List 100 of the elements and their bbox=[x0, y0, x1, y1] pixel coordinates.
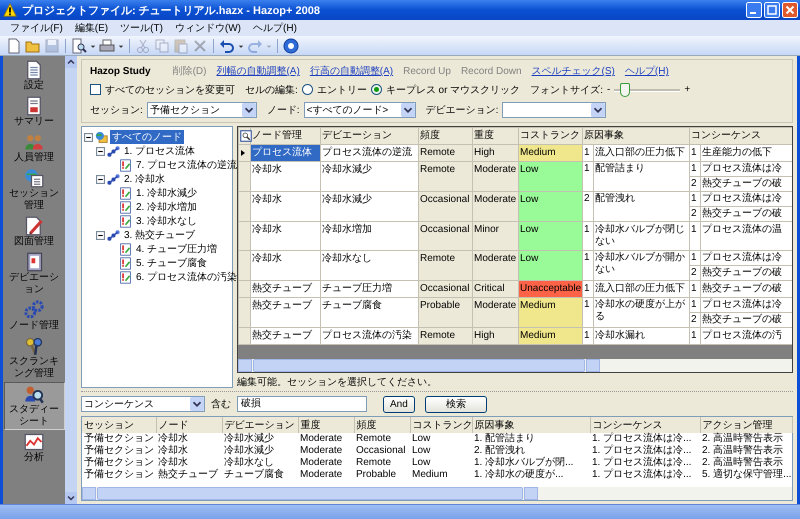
sidebar-item[interactable]: スクランキング管理 bbox=[4, 334, 64, 382]
horizontal-scrollbar[interactable] bbox=[82, 487, 792, 500]
table-cell[interactable]: 冷却水 bbox=[250, 192, 320, 222]
table-cell[interactable]: プロセス流体は冷 bbox=[700, 250, 792, 266]
search-input[interactable]: 破損 bbox=[237, 396, 367, 412]
table-cell[interactable]: 1 bbox=[582, 144, 594, 162]
table-cell[interactable]: Unacceptable bbox=[518, 280, 582, 298]
table-cell[interactable]: 冷却水 bbox=[250, 222, 320, 250]
horizontal-scrollbar[interactable] bbox=[238, 359, 792, 372]
table-cell[interactable]: 生産能力の低下 bbox=[700, 144, 792, 162]
table-cell[interactable]: 2 bbox=[690, 266, 700, 280]
maximize-button[interactable] bbox=[764, 2, 780, 18]
sidebar-item[interactable]: 人員管理 bbox=[4, 130, 64, 166]
table-cell[interactable]: プロセス流体は冷 bbox=[700, 298, 792, 312]
collapse-icon[interactable] bbox=[84, 132, 93, 142]
menu-item[interactable]: ツール(T) bbox=[114, 21, 169, 35]
radio-button[interactable]: キープレス or マウスクリック bbox=[370, 82, 520, 97]
column-header[interactable]: 重度 bbox=[472, 128, 518, 144]
radio-button[interactable]: エントリー bbox=[302, 82, 367, 97]
table-cell[interactable]: 1 bbox=[582, 250, 594, 280]
table-cell[interactable]: Remote bbox=[418, 144, 472, 162]
dropdown[interactable]: <すべてのノード> bbox=[304, 102, 416, 118]
sidebar-item[interactable]: セッション管理 bbox=[4, 166, 64, 214]
minimize-button[interactable] bbox=[746, 2, 762, 18]
sidebar-item[interactable]: サマリー bbox=[4, 94, 64, 130]
vertical-scrollbar[interactable] bbox=[65, 56, 77, 504]
table-cell[interactable]: 冷却水バルブが開かない bbox=[594, 250, 690, 280]
search-button[interactable]: 検索 bbox=[424, 396, 487, 412]
dropdown[interactable]: 予備セクション bbox=[146, 102, 257, 118]
table-cell[interactable]: 流入口部の圧力低下 bbox=[594, 144, 690, 162]
table-cell[interactable]: Low bbox=[518, 192, 582, 222]
menu-item[interactable]: ウィンドウ(W) bbox=[168, 21, 248, 35]
slider-thumb[interactable] bbox=[620, 82, 630, 97]
sidebar-item[interactable]: スタディーシート bbox=[4, 382, 64, 430]
tree-item[interactable]: 2. 冷却水増加 bbox=[134, 200, 200, 214]
column-header[interactable]: ノード管理 bbox=[250, 128, 320, 144]
table-cell[interactable]: 2 bbox=[690, 312, 700, 328]
table-cell[interactable]: 1 bbox=[690, 144, 700, 162]
table-cell[interactable]: Occasional bbox=[418, 192, 472, 222]
table-cell[interactable]: Occasional bbox=[418, 280, 472, 298]
table-cell[interactable]: 冷却水 bbox=[250, 250, 320, 280]
table-cell[interactable]: 1 bbox=[582, 328, 594, 344]
table-cell[interactable]: Remote bbox=[418, 250, 472, 280]
column-header[interactable]: 頻度 bbox=[354, 417, 410, 433]
column-header[interactable]: 原因事象 bbox=[472, 417, 590, 433]
table-cell[interactable]: Critical bbox=[472, 280, 518, 298]
table-cell[interactable]: 1 bbox=[690, 192, 700, 206]
table-cell[interactable]: プロセス流体は冷 bbox=[700, 192, 792, 206]
table-cell[interactable]: Medium bbox=[518, 298, 582, 328]
tree-item[interactable]: 3. 熱交チューブ bbox=[122, 228, 198, 242]
column-header[interactable]: 原因事象 bbox=[582, 128, 690, 144]
action-link[interactable]: ヘルプ(H) bbox=[624, 64, 669, 78]
table-cell[interactable]: 配管洩れ bbox=[594, 192, 690, 222]
column-header[interactable]: コストランク bbox=[518, 128, 582, 144]
collapse-icon[interactable] bbox=[96, 146, 105, 156]
table-cell[interactable]: 冷却水の硬度が上がる bbox=[594, 298, 690, 328]
column-header[interactable]: ノード bbox=[156, 417, 222, 433]
table-cell[interactable]: プロセス流体は冷 bbox=[700, 162, 792, 176]
table-cell[interactable]: 1 bbox=[690, 298, 700, 312]
table-cell[interactable]: 熱交チューブの破 bbox=[700, 176, 792, 192]
table-cell[interactable]: プロセス流体の逆流 bbox=[320, 144, 418, 162]
tree-item[interactable]: 7. プロセス流体の逆流 bbox=[134, 158, 240, 172]
table-cell[interactable]: 流入口部の圧力低下 bbox=[594, 280, 690, 298]
table-cell[interactable]: High bbox=[472, 144, 518, 162]
table-cell[interactable]: Probable bbox=[418, 298, 472, 328]
table-cell[interactable]: 1 bbox=[690, 328, 700, 344]
scroll-down-icon[interactable] bbox=[65, 492, 77, 504]
table-cell[interactable]: 熱交チューブ bbox=[250, 298, 320, 328]
table-cell[interactable]: 冷却水漏れ bbox=[594, 328, 690, 344]
table-cell[interactable]: Low bbox=[518, 222, 582, 250]
font-size-slider[interactable] bbox=[614, 82, 680, 97]
table-cell[interactable]: プロセス流体の汚染 bbox=[320, 328, 418, 344]
column-header[interactable]: セッション bbox=[82, 417, 156, 433]
tree-item[interactable]: 4. チューブ圧力増 bbox=[134, 242, 220, 256]
search-field-dropdown[interactable]: コンシーケンス bbox=[81, 396, 205, 412]
table-cell[interactable]: 2 bbox=[582, 192, 594, 222]
table-cell[interactable]: Low bbox=[518, 250, 582, 280]
table-cell[interactable]: 1 bbox=[582, 162, 594, 192]
table-cell[interactable]: Moderate bbox=[472, 162, 518, 192]
printer-icon[interactable] bbox=[99, 38, 115, 54]
tree-item[interactable]: 2. 冷却水 bbox=[122, 172, 168, 186]
table-cell[interactable]: 1 bbox=[690, 222, 700, 250]
column-header[interactable]: 頻度 bbox=[418, 128, 472, 144]
table-cell[interactable]: Moderate bbox=[472, 298, 518, 328]
table-cell[interactable]: チューブ圧力増 bbox=[320, 280, 418, 298]
table-cell[interactable]: Medium bbox=[518, 144, 582, 162]
column-header[interactable]: コンシーケンス bbox=[590, 417, 700, 433]
table-cell[interactable]: 1 bbox=[690, 162, 700, 176]
table-cell[interactable]: Moderate bbox=[472, 192, 518, 222]
menu-item[interactable]: ファイル(F) bbox=[4, 21, 69, 35]
table-cell[interactable]: プロセス流体の温 bbox=[700, 222, 792, 250]
table-cell[interactable]: Medium bbox=[518, 328, 582, 344]
tree-item[interactable]: 1. 冷却水減少 bbox=[134, 186, 200, 200]
tree-item[interactable]: 5. チューブ腐食 bbox=[134, 256, 210, 270]
table-cell[interactable]: 1 bbox=[690, 280, 700, 298]
sidebar-item[interactable]: 分析 bbox=[4, 430, 64, 466]
table-cell[interactable]: プロセス流体の汚 bbox=[700, 328, 792, 344]
print-preview-icon[interactable] bbox=[71, 38, 87, 54]
action-link[interactable]: 列幅の自動調整(A) bbox=[216, 64, 300, 78]
sidebar-item[interactable]: ノード管理 bbox=[4, 298, 64, 334]
